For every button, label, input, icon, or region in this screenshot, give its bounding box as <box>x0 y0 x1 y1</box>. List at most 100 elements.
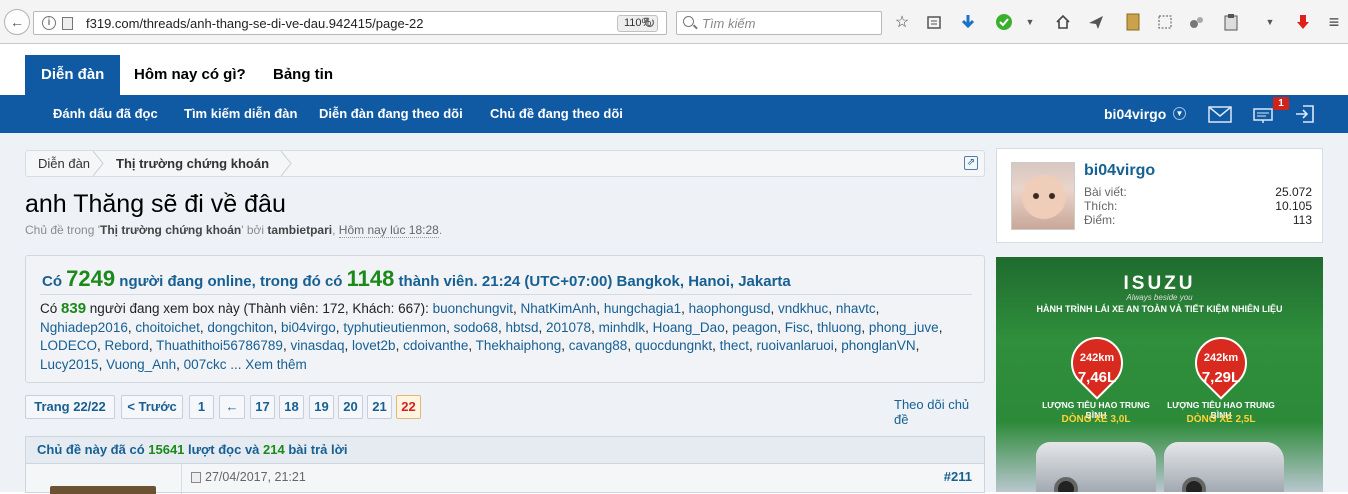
meta-sep: , <box>332 223 339 237</box>
download-icon[interactable] <box>957 11 979 33</box>
clipboard-icon[interactable] <box>1220 11 1242 33</box>
extension-dropdown-icon[interactable]: ▼ <box>1019 11 1041 33</box>
page-link[interactable]: 18 <box>279 395 304 419</box>
reading-list-icon[interactable] <box>923 11 945 33</box>
online-user-link[interactable]: LODECO <box>40 338 97 353</box>
online-user-link[interactable]: minhdlk <box>599 320 646 335</box>
isuzu-ad-banner[interactable]: ISUZU Always beside you HÀNH TRÌNH LÁI X… <box>996 257 1323 492</box>
red-download-icon[interactable] <box>1292 11 1314 33</box>
user-panel-name[interactable]: bi04virgo <box>1084 162 1155 180</box>
online-h-pre: Có <box>42 273 67 290</box>
info-icon[interactable]: i <box>42 16 56 30</box>
online-user-link[interactable]: Fisc <box>785 320 810 335</box>
alerts-icon[interactable] <box>1252 104 1274 124</box>
check-extension-icon[interactable] <box>993 11 1015 33</box>
online-user-link[interactable]: lovet2b <box>352 338 396 353</box>
screenshot-icon[interactable] <box>1154 11 1176 33</box>
breadcrumb: Diễn đàn Thị trường chứng khoán ⇗ <box>25 150 985 177</box>
logout-icon[interactable] <box>1294 104 1316 124</box>
page-link[interactable]: 20 <box>338 395 363 419</box>
user-avatar[interactable] <box>1011 162 1075 230</box>
online-user-link[interactable]: nhavtc <box>836 301 876 316</box>
bookmark-star-icon[interactable]: ☆ <box>891 11 913 33</box>
hamburger-menu-icon[interactable]: ≡ <box>1323 11 1345 33</box>
meta-author-link[interactable]: tambietpari <box>267 223 332 237</box>
search-forums-link[interactable]: Tìm kiếm diễn đàn <box>184 95 297 133</box>
online-user-link[interactable]: Rebord <box>105 338 149 353</box>
see-more-link[interactable]: ... Xem thêm <box>226 357 307 372</box>
online-user-link[interactable]: cavang88 <box>569 338 628 353</box>
online-user-link[interactable]: Thuathithoi56786789 <box>156 338 283 353</box>
online-user-link[interactable]: Lucy2015 <box>40 357 99 372</box>
online-user-link[interactable]: 201078 <box>546 320 591 335</box>
online-user-link[interactable]: ruoivanlaruoi <box>756 338 833 353</box>
stat-likes: Thích: 10.105 <box>1084 199 1312 213</box>
online-user-link[interactable]: thluong <box>817 320 861 335</box>
back-button[interactable]: ← <box>4 9 30 35</box>
url-text[interactable]: f319.com/threads/anh-thang-se-di-ve-dau.… <box>86 16 424 31</box>
tab-whats-new[interactable]: Hôm nay có gì? <box>118 55 262 95</box>
inbox-icon[interactable] <box>1208 104 1232 124</box>
viewers-count: 839 <box>61 300 87 317</box>
forum-header: Diễn đàn Hôm nay có gì? Bảng tin <box>0 44 1348 95</box>
tool-icon[interactable] <box>1186 11 1208 33</box>
meta-forum-link[interactable]: Thị trường chứng khoán <box>100 223 241 237</box>
online-user-link[interactable]: Hoang_Dao <box>653 320 725 335</box>
online-user-link[interactable]: haophongusd <box>689 301 771 316</box>
page-jump-back[interactable]: ← <box>219 395 245 419</box>
online-user-link[interactable]: buonchungvit <box>433 301 513 316</box>
online-user-link[interactable]: thect <box>720 338 749 353</box>
stat-label: Điểm: <box>1084 213 1116 227</box>
online-user-link[interactable]: hbtsd <box>505 320 538 335</box>
prev-page-button[interactable]: < Trước <box>121 395 183 419</box>
online-user-link[interactable]: sodo68 <box>454 320 498 335</box>
watched-forums-link[interactable]: Diễn đàn đang theo dõi <box>319 95 463 133</box>
tab-forums[interactable]: Diễn đàn <box>25 55 121 95</box>
meta-time[interactable]: Hôm nay lúc 18:28 <box>338 223 439 238</box>
online-user-link[interactable]: quocdungnkt <box>635 338 712 353</box>
breadcrumb-forums[interactable]: Diễn đàn <box>38 151 90 176</box>
online-user-link[interactable]: 007ckc <box>184 357 227 372</box>
post-number-link[interactable]: #211 <box>944 469 972 484</box>
page-link[interactable]: 19 <box>309 395 334 419</box>
online-user-link[interactable]: NhatKimAnh <box>521 301 597 316</box>
address-bar[interactable]: i f319.com/threads/anh-thang-se-di-ve-da… <box>33 11 667 35</box>
online-user-link[interactable]: vndkhuc <box>778 301 828 316</box>
current-page[interactable]: 22 <box>396 395 421 419</box>
account-dropdown-icon[interactable]: ▼ <box>1173 107 1186 120</box>
online-user-link[interactable]: phonglanVN <box>841 338 915 353</box>
breadcrumb-stock-market[interactable]: Thị trường chứng khoán <box>116 151 269 176</box>
tab-news-feed[interactable]: Bảng tin <box>257 55 349 95</box>
home-icon[interactable] <box>1052 11 1074 33</box>
online-user-link[interactable]: typhutieutienmon <box>343 320 446 335</box>
breadcrumb-jump-icon[interactable]: ⇗ <box>964 156 978 170</box>
avatar-face <box>1022 175 1066 219</box>
online-user-link[interactable]: Thekhaiphong <box>476 338 562 353</box>
search-bar[interactable]: Tìm kiếm <box>676 11 882 35</box>
online-user-link[interactable]: vinasdaq <box>290 338 344 353</box>
mark-read-link[interactable]: Đánh dấu đã đọc <box>53 95 158 133</box>
note-icon[interactable] <box>1122 11 1144 33</box>
menu-dropdown-icon[interactable]: ▼ <box>1259 11 1281 33</box>
account-username[interactable]: bi04virgo <box>1104 95 1166 133</box>
reload-icon[interactable]: ↻ <box>643 14 656 32</box>
post-avatar[interactable] <box>50 486 156 494</box>
meta-end: . <box>438 223 443 237</box>
online-user-link[interactable]: dongchiton <box>207 320 273 335</box>
page-link[interactable]: 17 <box>250 395 275 419</box>
thread-stats-bar: Chủ đề này đã có 15641 lượt đọc và 214 b… <box>25 436 985 463</box>
online-user-link[interactable]: choitoichet <box>135 320 200 335</box>
watched-threads-link[interactable]: Chủ đề đang theo dõi <box>490 95 623 133</box>
online-user-link[interactable]: hungchagia1 <box>604 301 681 316</box>
page-link[interactable]: 1 <box>189 395 214 419</box>
send-icon[interactable] <box>1085 11 1107 33</box>
online-user-link[interactable]: cdoivanthe <box>403 338 468 353</box>
online-user-link[interactable]: peagon <box>732 320 777 335</box>
page-link[interactable]: 21 <box>367 395 392 419</box>
online-user-link[interactable]: Vuong_Anh <box>106 357 176 372</box>
online-user-link[interactable]: phong_juve <box>869 320 939 335</box>
watch-thread-link[interactable]: Theo dõi chủ đề <box>894 397 985 427</box>
online-members: 1148 <box>346 266 395 291</box>
online-user-link[interactable]: bi04virgo <box>281 320 336 335</box>
online-user-link[interactable]: Nghiadep2016 <box>40 320 128 335</box>
